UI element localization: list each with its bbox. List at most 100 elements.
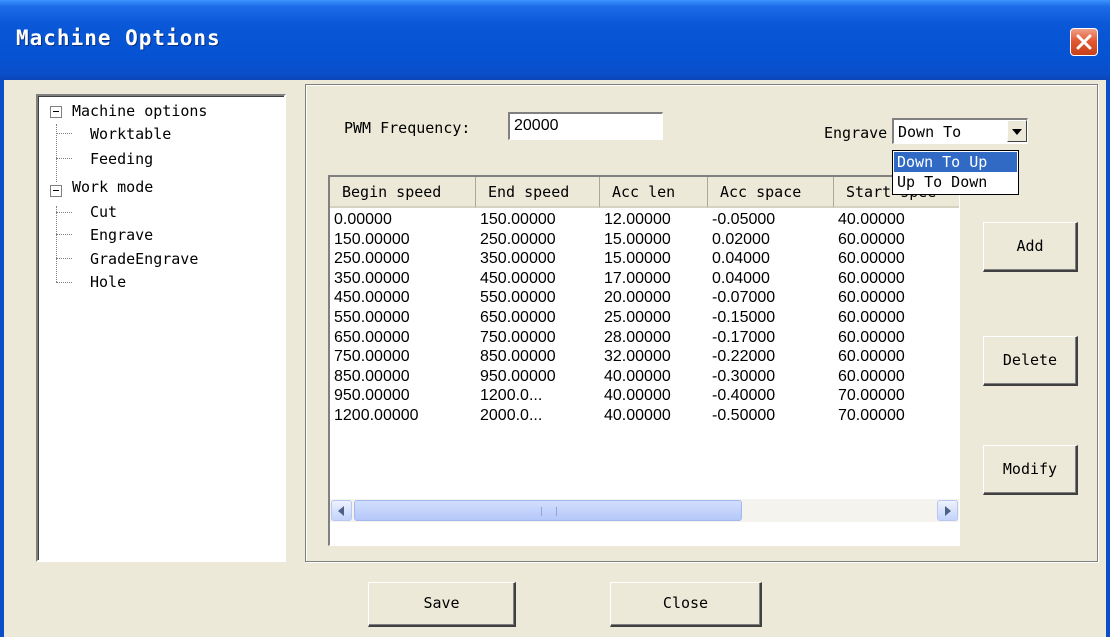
engrave-direction-value: Down To — [898, 123, 962, 141]
title-bar[interactable]: Machine Options — [0, 0, 1110, 80]
cell-acc-space: -0.05000 — [712, 211, 776, 228]
options-tree[interactable]: Machine options Worktable Feeding Work m… — [36, 94, 286, 562]
tree-item-feeding[interactable]: Feeding — [90, 150, 153, 168]
cell-acc-space: -0.22000 — [712, 348, 776, 366]
cell-acc-space: -0.17000 — [712, 328, 776, 346]
cell-begin-speed: 850.00000 — [334, 367, 410, 385]
column-header-acc-len[interactable]: Acc len — [600, 177, 708, 208]
delete-button[interactable]: Delete — [983, 336, 1078, 386]
tree-item-work-mode[interactable]: Work mode — [72, 178, 153, 196]
add-button[interactable]: Add — [983, 222, 1078, 272]
cell-acc-space: -0.50000 — [712, 407, 776, 424]
engrave-direction-select[interactable]: Down To — [892, 118, 1028, 144]
cell-begin-speed: 150.00000 — [334, 230, 410, 248]
horizontal-scrollbar[interactable] — [330, 499, 959, 522]
table-row[interactable]: 550.00000 650.00000 25.00000 -0.15000 60.000… — [330, 308, 959, 327]
tree-item-gradeengrave[interactable]: GradeEngrave — [90, 250, 198, 268]
cell-acc-space: 0.02000 — [712, 230, 770, 248]
collapse-machine-options-icon[interactable] — [50, 106, 62, 118]
cell-acc-space: -0.07000 — [712, 289, 776, 307]
column-header-acc-space[interactable]: Acc space — [708, 177, 834, 208]
speed-table[interactable]: Begin speed End speed Acc len Acc space … — [328, 175, 960, 546]
scroll-right-icon[interactable] — [937, 500, 958, 521]
cell-end-speed: 350.00000 — [480, 250, 556, 268]
table-row[interactable]: 750.00000 850.00000 32.00000 -0.22000 60.000… — [330, 347, 959, 366]
column-header-begin-speed[interactable]: Begin speed — [330, 177, 476, 208]
cell-start-speed: 40.00000 — [838, 211, 905, 228]
cell-acc-len: 40.00000 — [604, 387, 671, 405]
tree-item-worktable[interactable]: Worktable — [90, 125, 171, 143]
cell-start-speed: 60.00000 — [838, 309, 905, 326]
engrave-direction-dropdown[interactable]: Down To Up Up To Down — [892, 150, 1019, 195]
cell-end-speed: 650.00000 — [480, 309, 556, 326]
table-row[interactable]: 350.00000 450.00000 17.00000 0.04000 60.0000… — [330, 269, 959, 288]
cell-start-speed: 70.00000 — [838, 387, 905, 405]
cell-acc-len: 15.00000 — [604, 230, 671, 248]
cell-start-speed: 60.00000 — [838, 289, 905, 307]
tree-item-hole[interactable]: Hole — [90, 273, 126, 291]
cell-acc-len: 20.00000 — [604, 289, 671, 307]
cell-start-speed: 60.00000 — [838, 367, 905, 385]
cell-start-speed: 60.00000 — [838, 269, 905, 287]
cell-acc-len: 15.00000 — [604, 250, 671, 268]
cell-start-speed: 60.00000 — [838, 348, 905, 366]
tree-item-machine-options[interactable]: Machine options — [72, 102, 207, 120]
cell-begin-speed: 650.00000 — [334, 328, 410, 346]
engrave-direction-label: Engrave — [824, 124, 888, 142]
cell-end-speed: 250.00000 — [480, 230, 556, 248]
dropdown-option-up-to-down[interactable]: Up To Down — [894, 172, 1017, 192]
save-button[interactable]: Save — [368, 582, 516, 627]
scroll-left-icon[interactable] — [331, 500, 352, 521]
table-row[interactable]: 1200.00000 2000.0... 40.00000 -0.50000 70.00… — [330, 406, 959, 425]
scrollbar-thumb[interactable] — [354, 500, 742, 521]
column-header-end-speed[interactable]: End speed — [476, 177, 600, 208]
cell-acc-space: -0.15000 — [712, 309, 776, 326]
tree-item-cut[interactable]: Cut — [90, 203, 117, 221]
cell-begin-speed: 1200.00000 — [334, 407, 419, 424]
cell-acc-len: 25.00000 — [604, 309, 671, 326]
pwm-frequency-input[interactable]: 20000 — [508, 112, 663, 140]
window-title: Machine Options — [16, 26, 221, 50]
window-frame-right — [1106, 80, 1110, 637]
cell-begin-speed: 950.00000 — [334, 387, 410, 405]
close-button[interactable]: Close — [610, 582, 762, 627]
collapse-work-mode-icon[interactable] — [50, 185, 62, 197]
dropdown-option-down-to-up[interactable]: Down To Up — [894, 152, 1017, 172]
pwm-frequency-label: PWM Frequency: — [344, 119, 471, 137]
cell-begin-speed: 450.00000 — [334, 289, 410, 307]
cell-acc-space: 0.04000 — [712, 269, 770, 287]
cell-end-speed: 550.00000 — [480, 289, 556, 307]
cell-start-speed: 60.00000 — [838, 230, 905, 248]
cell-acc-space: -0.40000 — [712, 387, 776, 405]
cell-end-speed: 450.00000 — [480, 269, 556, 287]
table-row[interactable]: 650.00000 750.00000 28.00000 -0.17000 60.000… — [330, 328, 959, 347]
cell-start-speed: 70.00000 — [838, 407, 905, 424]
cell-end-speed: 150.00000 — [480, 211, 556, 228]
close-window-button[interactable] — [1070, 28, 1098, 56]
cell-acc-space: 0.04000 — [712, 250, 770, 268]
cell-acc-len: 40.00000 — [604, 367, 671, 385]
cell-acc-len: 32.00000 — [604, 348, 671, 366]
table-row[interactable]: 150.00000 250.00000 15.00000 0.02000 60.0000… — [330, 230, 959, 249]
close-icon — [1076, 34, 1092, 50]
machine-options-dialog: Machine Options Machine options Worktabl… — [0, 0, 1110, 637]
cell-begin-speed: 0.00000 — [334, 211, 392, 228]
cell-end-speed: 1200.0... — [480, 387, 543, 405]
table-row[interactable]: 450.00000 550.00000 20.00000 -0.07000 60.000… — [330, 288, 959, 307]
cell-end-speed: 950.00000 — [480, 367, 556, 385]
cell-begin-speed: 250.00000 — [334, 250, 410, 268]
chevron-down-icon[interactable] — [1007, 120, 1027, 142]
table-row[interactable]: 950.00000 1200.0... 40.00000 -0.40000 70.000… — [330, 386, 959, 405]
table-header: Begin speed End speed Acc len Acc space … — [330, 177, 959, 208]
table-row[interactable]: 250.00000 350.00000 15.00000 0.04000 60.0000… — [330, 249, 959, 268]
tree-item-engrave[interactable]: Engrave — [90, 226, 153, 244]
table-row[interactable]: 850.00000 950.00000 40.00000 -0.30000 60.000… — [330, 367, 959, 386]
cell-acc-len: 12.00000 — [604, 211, 671, 228]
modify-button[interactable]: Modify — [983, 445, 1078, 495]
cell-end-speed: 750.00000 — [480, 328, 556, 346]
table-row[interactable]: 0.00000 150.00000 12.00000 -0.05000 40.00000 — [330, 210, 959, 229]
cell-acc-len: 40.00000 — [604, 407, 671, 424]
cell-begin-speed: 750.00000 — [334, 348, 410, 366]
cell-acc-len: 28.00000 — [604, 328, 671, 346]
cell-start-speed: 60.00000 — [838, 328, 905, 346]
